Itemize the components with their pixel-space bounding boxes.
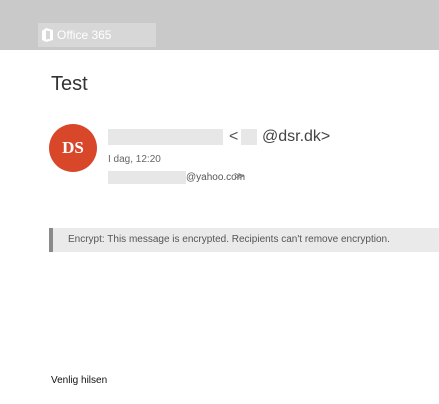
sender-email-open-bracket: < [229,128,239,145]
top-bar: Office 365 [0,0,439,50]
sender-email-domain[interactable]: @dsr.dk> [262,128,330,146]
message-subject: Test [51,73,88,95]
app-title: Office 365 [57,28,112,42]
message-signoff: Venlig hilsen [51,375,108,386]
office-logo-icon [42,28,53,42]
sender-email-redaction [241,129,257,145]
encryption-banner-text: Encrypt: This message is encrypted. Reci… [68,234,390,245]
recipient-redaction [108,171,186,184]
office-brand[interactable]: Office 365 [38,23,156,47]
expand-recipients-button[interactable]: ≫ [234,171,244,182]
sender-name-redaction [108,129,223,145]
sender-avatar[interactable]: DS [49,124,97,172]
encryption-banner: Encrypt: This message is encrypted. Reci… [49,228,439,252]
message-date: I dag, 12:20 [108,154,161,165]
